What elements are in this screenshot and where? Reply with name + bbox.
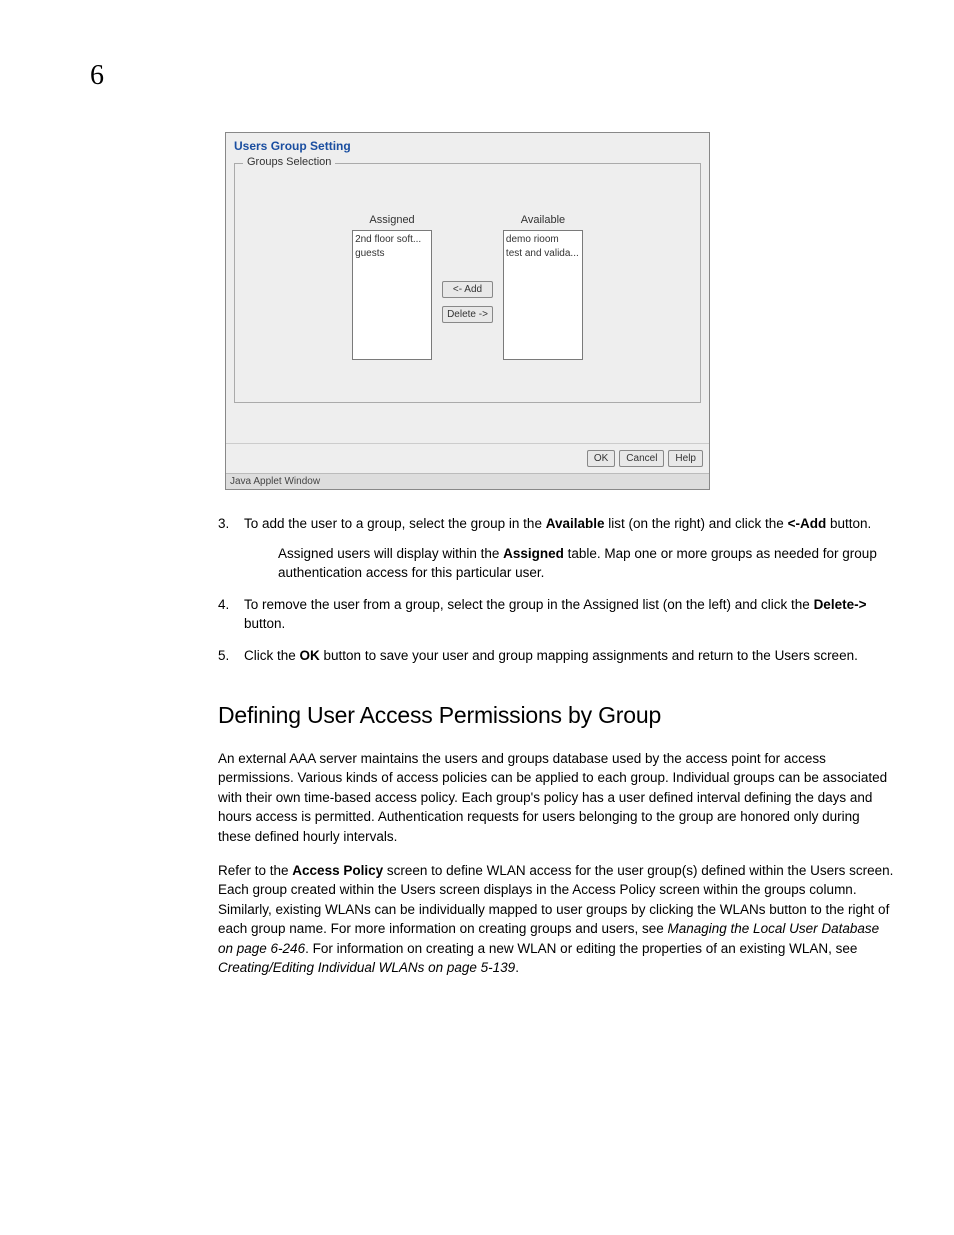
step-5: 5. Click the OK button to save your user…: [218, 646, 894, 666]
step-4: 4. To remove the user from a group, sele…: [218, 595, 894, 634]
delete-button[interactable]: Delete ->: [442, 306, 493, 323]
step-number: 4.: [218, 595, 244, 634]
available-listbox[interactable]: demo rioom test and valida...: [503, 230, 583, 360]
italic-text: Creating/Editing Individual WLANs on pag…: [218, 960, 515, 975]
step-number: 3.: [218, 514, 244, 583]
text: button.: [826, 516, 871, 531]
step-number: 5.: [218, 646, 244, 666]
list-item[interactable]: guests: [355, 247, 429, 261]
applet-footer: OK Cancel Help: [226, 443, 709, 473]
fieldset-legend: Groups Selection: [243, 156, 335, 168]
step-3: 3. To add the user to a group, select th…: [218, 514, 894, 583]
page-number: 6: [90, 60, 904, 92]
available-column: Available demo rioom test and valida...: [503, 214, 583, 360]
paragraph: Refer to the Access Policy screen to def…: [218, 861, 894, 978]
text: To add the user to a group, select the g…: [244, 516, 546, 531]
add-button[interactable]: <- Add: [442, 281, 493, 298]
help-button[interactable]: Help: [668, 450, 703, 467]
list-item[interactable]: 2nd floor soft...: [355, 233, 429, 247]
bold-text: Delete->: [814, 597, 867, 612]
assigned-label: Assigned: [369, 214, 414, 226]
assigned-column: Assigned 2nd floor soft... guests: [352, 214, 432, 360]
text: button.: [244, 616, 285, 631]
bold-text: <-Add: [788, 516, 827, 531]
list-item[interactable]: demo rioom: [506, 233, 580, 247]
text: Refer to the: [218, 863, 292, 878]
text: list (on the right) and click the: [604, 516, 787, 531]
bold-text: Access Policy: [292, 863, 383, 878]
bold-text: Available: [546, 516, 605, 531]
assigned-listbox[interactable]: 2nd floor soft... guests: [352, 230, 432, 360]
body-text: 3. To add the user to a group, select th…: [218, 514, 904, 978]
bold-text: OK: [300, 648, 320, 663]
screenshot-figure: Users Group Setting Groups Selection Ass…: [225, 132, 904, 490]
ok-button[interactable]: OK: [587, 450, 615, 467]
cancel-button[interactable]: Cancel: [619, 450, 664, 467]
text: To remove the user from a group, select …: [244, 597, 814, 612]
applet-title: Users Group Setting: [226, 133, 709, 157]
groups-selection-fieldset: Groups Selection Assigned 2nd floor soft…: [234, 163, 701, 403]
applet-window: Users Group Setting Groups Selection Ass…: [225, 132, 710, 490]
text: button to save your user and group mappi…: [320, 648, 858, 663]
text: Assigned users will display within the: [278, 546, 503, 561]
section-heading: Defining User Access Permissions by Grou…: [218, 699, 894, 732]
transfer-buttons: <- Add Delete ->: [432, 244, 503, 360]
paragraph: An external AAA server maintains the use…: [218, 749, 894, 847]
applet-status-bar: Java Applet Window: [226, 473, 709, 489]
text: . For information on creating a new WLAN…: [305, 941, 857, 956]
bold-text: Assigned: [503, 546, 564, 561]
text: .: [515, 960, 519, 975]
text: Click the: [244, 648, 300, 663]
available-label: Available: [521, 214, 565, 226]
list-item[interactable]: test and valida...: [506, 247, 580, 261]
sub-paragraph: Assigned users will display within the A…: [278, 544, 894, 583]
